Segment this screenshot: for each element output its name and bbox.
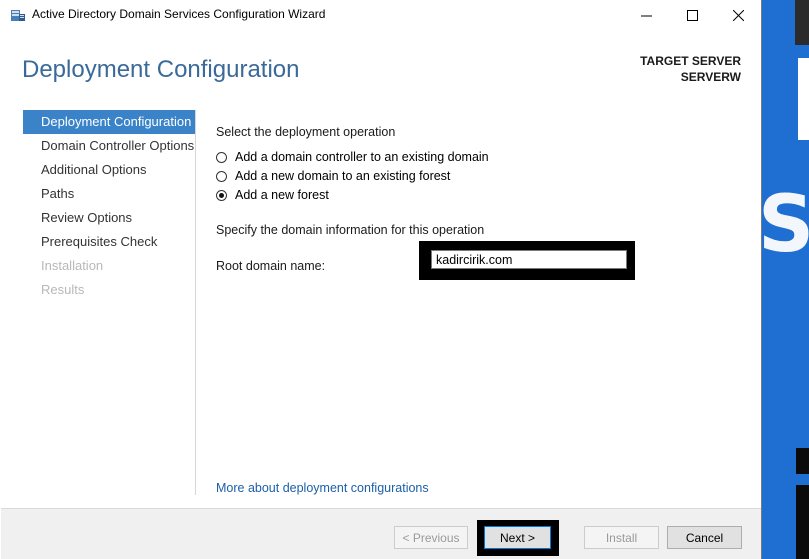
previous-button: < Previous [394,526,468,549]
root-domain-label: Root domain name: [216,259,326,273]
radio-button[interactable] [216,170,227,182]
background-panel [795,0,809,45]
more-about-deployment-link[interactable]: More about deployment configurations [216,481,429,495]
target-server-name: SERVERW [680,70,741,84]
server-manager-app-icon [10,7,26,23]
window-title: Active Directory Domain Services Configu… [32,7,326,21]
radio-option-add-new-forest[interactable]: Add a new forest [216,186,329,204]
title-bar[interactable]: Active Directory Domain Services Configu… [0,0,761,30]
nav-item-paths[interactable]: Paths [23,182,195,206]
nav-item-domain-controller-options[interactable]: Domain Controller Options [23,134,195,158]
install-button: Install [584,526,659,549]
background-panel [796,485,809,559]
cancel-button[interactable]: Cancel [667,526,742,549]
next-button[interactable]: Next > [484,526,551,549]
operation-heading: Select the deployment operation [216,125,396,139]
minimize-button[interactable] [623,0,669,30]
nav-divider [195,110,196,495]
radio-option-add-domain-existing-forest[interactable]: Add a new domain to an existing forest [216,167,450,185]
close-icon [732,9,744,21]
target-server-info: TARGET SERVER SERVERW [541,53,741,85]
maximize-button[interactable] [669,0,715,30]
nav-item-deployment-configuration[interactable]: Deployment Configuration [23,110,195,134]
radio-label: Add a new domain to an existing forest [235,169,451,183]
nav-item-prerequisites-check[interactable]: Prerequisites Check [23,230,195,254]
background-logo: S [758,180,809,270]
radio-button[interactable] [216,151,227,163]
wizard-window: Active Directory Domain Services Configu… [0,0,762,559]
minimize-icon [640,15,652,16]
nav-item-review-options[interactable]: Review Options [23,206,195,230]
domain-info-heading: Specify the domain information for this … [216,223,485,237]
nav-item-results: Results [41,282,85,297]
background-panel [798,58,809,140]
wizard-nav: Deployment Configuration Domain Controll… [23,110,195,302]
radio-label: Add a domain controller to an existing d… [235,150,489,164]
close-button[interactable] [715,0,761,30]
nav-item-additional-options[interactable]: Additional Options [23,158,195,182]
radio-option-add-dc-existing-domain[interactable]: Add a domain controller to an existing d… [216,148,489,166]
maximize-icon [686,9,698,21]
background-panel [796,448,809,474]
background-desktop: S [758,0,809,559]
radio-button-selected[interactable] [216,189,227,201]
root-domain-input[interactable]: kadircirik.com [431,250,627,269]
target-server-label: TARGET SERVER [640,54,741,68]
page-title: Deployment Configuration [22,56,300,83]
radio-label: Add a new forest [235,188,329,202]
nav-item-installation: Installation [41,258,104,273]
